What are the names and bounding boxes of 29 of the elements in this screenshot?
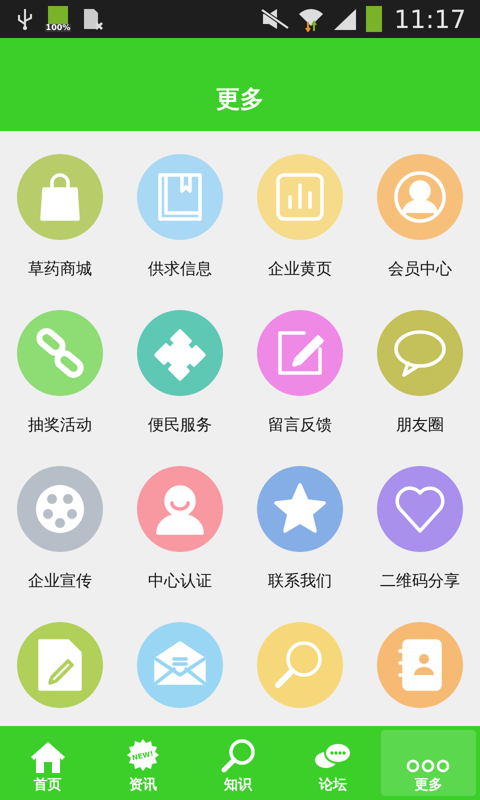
wifi-icon [298,6,324,32]
tile-label: 留言反馈 [268,415,332,436]
tile-label: 企业宣传 [28,571,92,592]
usb-icon [16,7,34,31]
clock: 11:17 [394,4,466,34]
tile-label: 抽奖活动 [28,415,92,436]
nav-tab[interactable]: 更多 [380,730,476,796]
nav-tab[interactable]: 首页 [0,730,96,796]
signal-icon [332,7,358,31]
battery-percent: 100% [44,24,72,32]
battery-icon [366,6,382,32]
tile-label: 便民服务 [148,415,212,436]
tile-label: 草药商城 [28,259,92,280]
tile-label: 二维码分享 [380,571,460,592]
page-title: 更多 [216,84,264,115]
mute-icon [260,8,290,30]
tile-label: 会员中心 [388,259,452,280]
nav-tab[interactable]: 知识 [190,730,286,796]
home-icon [28,740,67,774]
tile-label: 中心认证 [148,571,212,592]
sim-card-icon [82,7,106,31]
user-icon [392,169,448,225]
search-icon [220,738,256,774]
tile-label: 企业黄页 [268,259,332,280]
tile-label: 联系我们 [268,571,332,592]
more-icon [406,758,450,774]
tile-label: 供求信息 [148,259,212,280]
nav-tab[interactable]: 论坛 [286,730,381,796]
tile-label: 朋友圈 [396,415,444,436]
